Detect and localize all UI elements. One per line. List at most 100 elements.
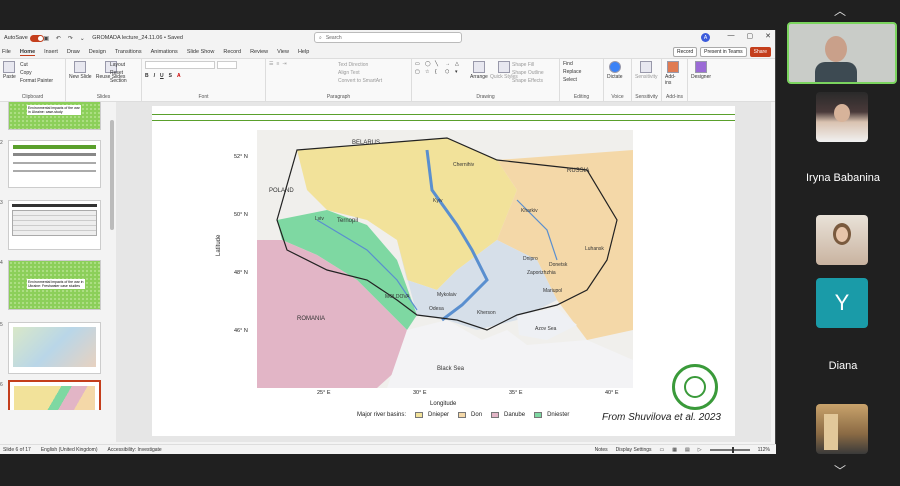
sensitivity-button[interactable]: Sensitivity — [635, 61, 658, 80]
shape-triangle-icon[interactable]: △ — [455, 61, 463, 67]
normal-view-icon[interactable]: ▭ — [660, 447, 665, 453]
addins-button[interactable]: Add-ins — [665, 61, 681, 86]
shape-hex-icon[interactable]: ⬡ — [445, 69, 453, 75]
participant-avatar-diana[interactable]: Y — [816, 278, 868, 328]
underline-icon[interactable]: U — [160, 73, 164, 79]
city-luhansk: Luhansk — [585, 246, 604, 252]
active-speaker-video[interactable] — [787, 22, 897, 84]
thumbnails-scrollbar[interactable] — [110, 120, 114, 230]
strikethrough-icon[interactable]: S — [169, 73, 172, 79]
minimize-icon[interactable]: — — [728, 32, 735, 40]
shape-fill-button[interactable]: Shape Fill — [512, 62, 544, 68]
copy-button[interactable]: Copy — [20, 70, 53, 76]
shape-star-icon[interactable]: ☆ — [425, 69, 433, 75]
slide-thumbnail[interactable] — [8, 140, 101, 188]
scroll-up-icon[interactable]: ︿ — [834, 2, 846, 19]
find-button[interactable]: Find — [563, 61, 600, 67]
italic-icon[interactable]: I — [154, 73, 155, 79]
menu-record[interactable]: Record — [223, 49, 241, 55]
menu-design[interactable]: Design — [89, 49, 106, 55]
menu-view[interactable]: View — [277, 49, 289, 55]
slide-thumbnail[interactable] — [8, 322, 101, 374]
slide-thumbnail[interactable]: Environmental impacts of the war in Ukra… — [8, 260, 101, 310]
font-color-icon[interactable]: A — [177, 73, 181, 79]
slideshow-view-icon[interactable]: ▷ — [698, 447, 702, 453]
menu-file[interactable]: File — [2, 49, 11, 55]
participant-video[interactable] — [816, 404, 868, 454]
document-title[interactable]: GROMADA lecture_24.11.06 • Saved — [92, 35, 183, 41]
convert-smartart-button[interactable]: Convert to SmartArt — [338, 78, 382, 84]
text-direction-button[interactable]: Text Direction — [338, 62, 382, 68]
redo-icon[interactable]: ↷ — [66, 34, 74, 42]
thumbnail-line — [13, 162, 96, 164]
shapes-gallery[interactable]: ▭ ◯ ╲ → △ ▢ ☆{⬡ ▾ — [415, 61, 465, 75]
search-box[interactable]: ⌕ Search — [314, 32, 462, 43]
sorter-view-icon[interactable]: ▦ — [672, 447, 677, 453]
indent-icon[interactable]: ⇥ — [282, 61, 286, 67]
autosave[interactable]: AutoSave On — [4, 34, 44, 42]
slide-thumbnail[interactable]: Environmental impacts of the war in Ukra… — [8, 102, 101, 130]
menu-animations[interactable]: Animations — [151, 49, 178, 55]
cut-button[interactable]: Cut — [20, 62, 53, 68]
ceobs-logo — [672, 364, 718, 410]
close-icon[interactable]: ✕ — [765, 32, 771, 40]
slide-thumbnail[interactable] — [8, 200, 101, 250]
menu-draw[interactable]: Draw — [67, 49, 80, 55]
shape-more-icon[interactable]: ▾ — [455, 69, 463, 75]
replace-button[interactable]: Replace — [563, 69, 600, 75]
shape-oval-icon[interactable]: ◯ — [425, 61, 433, 67]
menu-insert[interactable]: Insert — [44, 49, 58, 55]
reset-button[interactable]: Reset — [110, 70, 127, 76]
shape-line-icon[interactable]: ╲ — [435, 61, 443, 67]
shape-outline-button[interactable]: Shape Outline — [512, 70, 544, 76]
accessibility-indicator[interactable]: Accessibility: Investigate — [108, 447, 162, 453]
language-indicator[interactable]: English (United Kingdom) — [41, 447, 98, 453]
align-text-button[interactable]: Align Text — [338, 70, 382, 76]
zoom-level[interactable]: 112% — [758, 447, 770, 453]
reading-view-icon[interactable]: ▤ — [685, 447, 690, 453]
shape-effects-button[interactable]: Shape Effects — [512, 78, 544, 84]
addins-icon — [667, 61, 679, 73]
display-settings-button[interactable]: Display Settings — [616, 447, 652, 453]
participant-video-iryna[interactable] — [816, 92, 868, 142]
layout-button[interactable]: Layout — [110, 62, 127, 68]
menu-slide-show[interactable]: Slide Show — [187, 49, 215, 55]
shape-arrow-icon[interactable]: → — [445, 61, 453, 67]
arrange-button[interactable]: Arrange — [470, 61, 488, 80]
legend-label-don: Don — [471, 412, 483, 418]
shape-brace-icon[interactable]: { — [435, 69, 443, 75]
section-button[interactable]: Section — [110, 78, 127, 84]
autosave-toggle[interactable] — [29, 34, 44, 42]
slide-thumbnail-selected[interactable] — [8, 380, 101, 410]
account-avatar[interactable]: A — [701, 33, 710, 42]
paste-button[interactable]: Paste — [3, 61, 16, 80]
font-size-dropdown[interactable] — [217, 61, 237, 69]
new-slide-button[interactable]: New Slide — [69, 61, 92, 80]
participant-video[interactable] — [816, 215, 868, 265]
dictate-button[interactable]: Dictate — [607, 61, 623, 80]
bullets-icon[interactable]: ☰ — [269, 61, 273, 67]
customize-icon[interactable]: ⌄ — [78, 34, 86, 42]
zoom-slider[interactable] — [709, 447, 750, 453]
slides-group: New Slide Reuse Slides Layout Reset Sect… — [66, 59, 142, 101]
numbering-icon[interactable]: ≡ — [276, 61, 279, 67]
scroll-down-icon[interactable]: ﹀ — [834, 462, 846, 479]
menu-home[interactable]: Home — [19, 49, 36, 56]
shape-rect-icon[interactable]: ▭ — [415, 61, 423, 67]
menu-transitions[interactable]: Transitions — [115, 49, 142, 55]
select-button[interactable]: Select — [563, 77, 600, 83]
undo-icon[interactable]: ↶ — [54, 34, 62, 42]
font-name-dropdown[interactable] — [145, 61, 215, 69]
designer-button[interactable]: Designer — [691, 61, 711, 80]
share-button[interactable]: Share — [749, 47, 771, 57]
menu-help[interactable]: Help — [298, 49, 309, 55]
format-painter-button[interactable]: Format Painter — [20, 78, 53, 84]
bold-icon[interactable]: B — [145, 73, 149, 79]
maximize-icon[interactable]: ▢ — [747, 32, 754, 40]
label-romania: ROMANIA — [297, 316, 325, 322]
menu-review[interactable]: Review — [250, 49, 268, 55]
shape-rounded-icon[interactable]: ▢ — [415, 69, 423, 75]
present-teams-button[interactable]: Present in Teams — [700, 47, 747, 57]
record-button[interactable]: Record — [672, 47, 698, 57]
notes-button[interactable]: Notes — [595, 447, 608, 453]
